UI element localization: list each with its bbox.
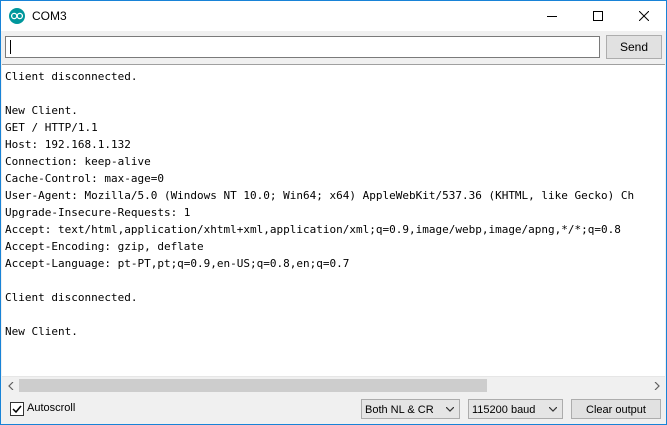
clear-output-button[interactable]: Clear output (571, 399, 661, 419)
serial-output[interactable]: Client disconnected. New Client. GET / HT… (2, 64, 665, 377)
minimize-icon (547, 16, 557, 17)
output-line: Accept: text/html,application/xhtml+xml,… (5, 223, 621, 236)
output-line: GET / HTTP/1.1 (5, 121, 98, 134)
output-line: New Client. (5, 325, 78, 338)
scroll-right-button[interactable] (648, 377, 665, 394)
chevron-right-icon (654, 381, 660, 390)
output-line: Accept-Language: pt-PT,pt;q=0.9,en-US;q=… (5, 257, 350, 270)
output-line: Accept-Encoding: gzip, deflate (5, 240, 204, 253)
scroll-left-button[interactable] (2, 377, 19, 394)
line-ending-select[interactable]: Both NL & CR (361, 399, 460, 419)
baud-rate-select[interactable]: 115200 baud (468, 399, 563, 419)
chevron-down-icon (446, 407, 454, 412)
autoscroll-checkbox[interactable] (10, 402, 24, 416)
output-line: User-Agent: Mozilla/5.0 (Windows NT 10.0… (5, 189, 635, 202)
output-line: Client disconnected. (5, 291, 138, 304)
output-line: Connection: keep-alive (5, 155, 151, 168)
serial-input[interactable] (5, 36, 600, 58)
maximize-button[interactable] (575, 1, 621, 31)
minimize-button[interactable] (529, 1, 575, 31)
autoscroll-label: Autoscroll (27, 402, 76, 414)
scrollbar-thumb[interactable] (19, 379, 487, 392)
baud-rate-value: 115200 baud (472, 404, 536, 416)
chevron-down-icon (549, 407, 557, 412)
serial-monitor-window: COM3 Send Client disconnected. New Clien… (0, 0, 667, 425)
title-bar: COM3 (1, 1, 666, 31)
close-button[interactable] (621, 1, 667, 31)
bottom-bar: Autoscroll Both NL & CR 115200 baud Clea… (1, 394, 666, 424)
output-line: Host: 192.168.1.132 (5, 138, 131, 151)
line-ending-value: Both NL & CR (365, 404, 434, 416)
output-line: Cache-Control: max-age=0 (5, 172, 164, 185)
output-line: Client disconnected. (5, 70, 138, 83)
checkmark-icon (12, 405, 22, 414)
input-row: Send (1, 31, 666, 63)
chevron-left-icon (7, 381, 13, 390)
horizontal-scrollbar[interactable] (2, 376, 665, 394)
arduino-logo-icon (9, 8, 25, 24)
close-icon (639, 11, 649, 21)
output-line: Upgrade-Insecure-Requests: 1 (5, 206, 191, 219)
output-lines: Client disconnected. New Client. GET / HT… (5, 68, 634, 340)
output-line: New Client. (5, 104, 78, 117)
window-title: COM3 (32, 9, 67, 23)
text-caret (10, 40, 11, 54)
send-button[interactable]: Send (606, 35, 662, 59)
maximize-icon (593, 11, 603, 21)
